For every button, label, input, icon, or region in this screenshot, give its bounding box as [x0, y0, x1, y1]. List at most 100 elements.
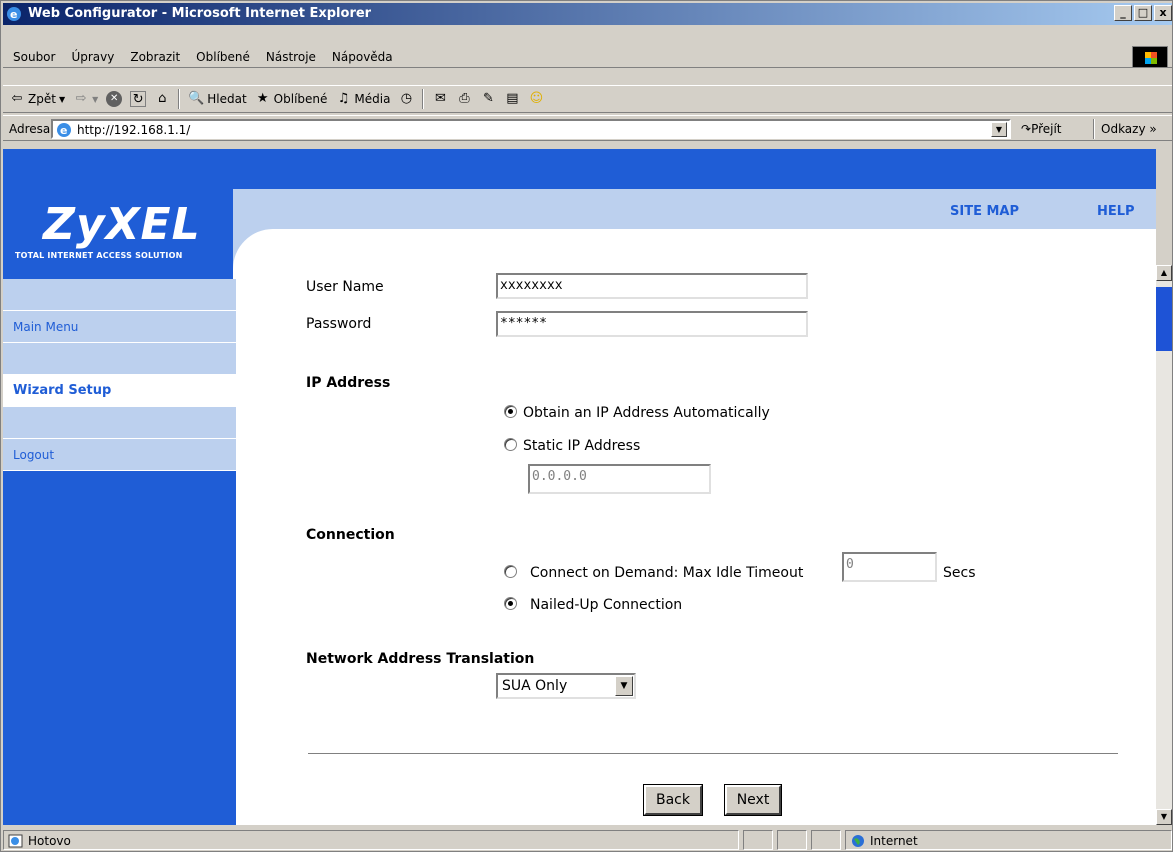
- globe-icon: [852, 835, 864, 847]
- ip-auto-label: Obtain an IP Address Automatically: [523, 405, 770, 421]
- scroll-down-icon[interactable]: ▼: [1156, 809, 1172, 825]
- sidebar-item-main-menu[interactable]: Main Menu: [3, 311, 236, 343]
- user-name-label: User Name: [306, 279, 384, 295]
- help-link[interactable]: HELP: [1097, 204, 1135, 219]
- refresh-icon[interactable]: ↻: [130, 91, 147, 107]
- history-icon[interactable]: ◷: [398, 91, 414, 107]
- title-bar: e Web Configurator - Microsoft Internet …: [3, 3, 1172, 25]
- back-dropdown-icon[interactable]: ▼: [59, 95, 65, 104]
- page-done-icon: [8, 834, 23, 848]
- next-button[interactable]: Next: [724, 784, 782, 816]
- go-button[interactable]: ↷Přejít: [1021, 122, 1062, 136]
- stop-icon[interactable]: ✕: [106, 91, 123, 107]
- maximize-button[interactable]: □: [1134, 5, 1152, 21]
- close-button[interactable]: x: [1154, 5, 1172, 21]
- top-banner: [3, 149, 1156, 193]
- media-button[interactable]: ♫ Média: [335, 88, 391, 110]
- links-separator: [1093, 119, 1095, 139]
- sidebar-spacer: [3, 407, 236, 439]
- address-dropdown-icon[interactable]: ▼: [991, 122, 1007, 137]
- security-zone: Internet: [845, 830, 1172, 850]
- forward-arrow-icon: ⇨: [75, 91, 87, 106]
- password-input[interactable]: ******: [496, 311, 808, 337]
- nat-heading: Network Address Translation: [306, 651, 535, 667]
- mail-icon[interactable]: ✉: [432, 91, 448, 107]
- sidebar-item-logout[interactable]: Logout: [3, 439, 236, 471]
- print-icon[interactable]: ⎙: [456, 91, 472, 107]
- connection-heading: Connection: [306, 527, 395, 543]
- toolbar-separator: [422, 89, 425, 109]
- home-icon[interactable]: ⌂: [154, 91, 170, 107]
- address-url: http://192.168.1.1/: [77, 123, 191, 137]
- chevron-right-icon: »: [1149, 122, 1157, 136]
- minimize-button[interactable]: _: [1114, 5, 1132, 21]
- back-label: Zpět: [28, 92, 56, 106]
- secs-label: Secs: [943, 565, 976, 581]
- connect-on-demand-radio[interactable]: [504, 565, 517, 578]
- menu-oblibene[interactable]: Oblíbené: [196, 50, 250, 64]
- address-label: Adresa: [9, 122, 51, 136]
- nat-select[interactable]: SUA Only ▼: [496, 673, 636, 699]
- password-label: Password: [306, 316, 372, 332]
- ip-static-radio[interactable]: [504, 438, 517, 451]
- links-button[interactable]: Odkazy »: [1101, 122, 1157, 136]
- ip-auto-radio[interactable]: [504, 405, 517, 418]
- links-label: Odkazy: [1101, 122, 1146, 136]
- page-icon: e: [57, 123, 71, 137]
- back-button[interactable]: ⇦ Zpět ▼: [9, 88, 66, 110]
- ip-address-heading: IP Address: [306, 375, 391, 391]
- address-bar: Adresa e http://192.168.1.1/ ▼ ↷Přejít O…: [3, 115, 1172, 141]
- idle-timeout-input[interactable]: 0: [842, 552, 937, 582]
- status-cell: [811, 830, 841, 850]
- svg-text:e: e: [60, 124, 67, 137]
- menu-bar: Soubor Úpravy Zobrazit Oblíbené Nástroje…: [3, 46, 1172, 68]
- sidebar-spacer: [3, 279, 236, 311]
- ie-app-icon: e: [7, 7, 21, 21]
- back-button[interactable]: Back: [643, 784, 703, 816]
- media-icon: ♫: [337, 91, 350, 106]
- status-main: Hotovo: [3, 830, 739, 850]
- search-button[interactable]: 🔍 Hledat: [188, 88, 246, 110]
- nailed-up-radio[interactable]: [504, 597, 517, 610]
- vertical-scrollbar[interactable]: ▲ ▼: [1156, 265, 1172, 825]
- window-title: Web Configurator - Microsoft Internet Ex…: [28, 6, 372, 21]
- forward-dropdown-icon[interactable]: ▼: [92, 95, 98, 104]
- discuss-icon[interactable]: ▤: [504, 91, 520, 107]
- sidebar-spacer: [3, 343, 236, 375]
- nat-selected-value: SUA Only: [502, 678, 568, 694]
- menu-zobrazit[interactable]: Zobrazit: [130, 50, 180, 64]
- user-name-input[interactable]: xxxxxxxx: [496, 273, 808, 299]
- menu-nastroje[interactable]: Nástroje: [266, 50, 316, 64]
- toolbar-separator: [178, 89, 181, 109]
- messenger-icon[interactable]: ☺: [528, 91, 544, 107]
- media-label: Média: [354, 92, 391, 106]
- windows-logo-icon: [1132, 46, 1168, 68]
- status-text: Hotovo: [28, 834, 71, 848]
- menu-napoveda[interactable]: Nápověda: [332, 50, 393, 64]
- sidebar: Main Menu Wizard Setup Logout: [3, 279, 236, 825]
- site-map-link[interactable]: SITE MAP: [950, 204, 1019, 219]
- search-icon: 🔍: [188, 91, 205, 106]
- scroll-up-icon[interactable]: ▲: [1156, 265, 1172, 281]
- menu-upravy[interactable]: Úpravy: [71, 50, 114, 64]
- page-viewport: ZyXEL TOTAL INTERNET ACCESS SOLUTION SIT…: [3, 149, 1156, 825]
- go-arrow-icon: ↷: [1021, 122, 1032, 136]
- back-arrow-icon: ⇦: [11, 91, 23, 106]
- menu-soubor[interactable]: Soubor: [13, 50, 55, 64]
- toolbar: ⇦ Zpět ▼ ⇨ ▼ ✕ ↻ ⌂ 🔍 Hledat ★ Oblíbené ♫…: [3, 85, 1172, 113]
- divider: [308, 753, 1118, 755]
- zyxel-logo: ZyXEL: [43, 199, 201, 250]
- favorites-button[interactable]: ★ Oblíbené: [255, 88, 328, 110]
- edit-icon[interactable]: ✎: [480, 91, 496, 107]
- sidebar-item-wizard-setup[interactable]: Wizard Setup: [3, 375, 236, 407]
- chevron-down-icon[interactable]: ▼: [615, 676, 633, 696]
- static-ip-input[interactable]: 0.0.0.0: [528, 464, 711, 494]
- svg-text:e: e: [10, 8, 17, 21]
- status-bar: Hotovo Internet: [3, 829, 1172, 851]
- window-controls: _ □ x: [1114, 5, 1172, 21]
- ip-static-label: Static IP Address: [523, 438, 641, 454]
- forward-button[interactable]: ⇨ ▼: [73, 88, 99, 110]
- address-input[interactable]: e http://192.168.1.1/ ▼: [51, 119, 1011, 139]
- scroll-thumb[interactable]: [1156, 287, 1172, 351]
- connect-on-demand-label: Connect on Demand: Max Idle Timeout: [530, 565, 804, 581]
